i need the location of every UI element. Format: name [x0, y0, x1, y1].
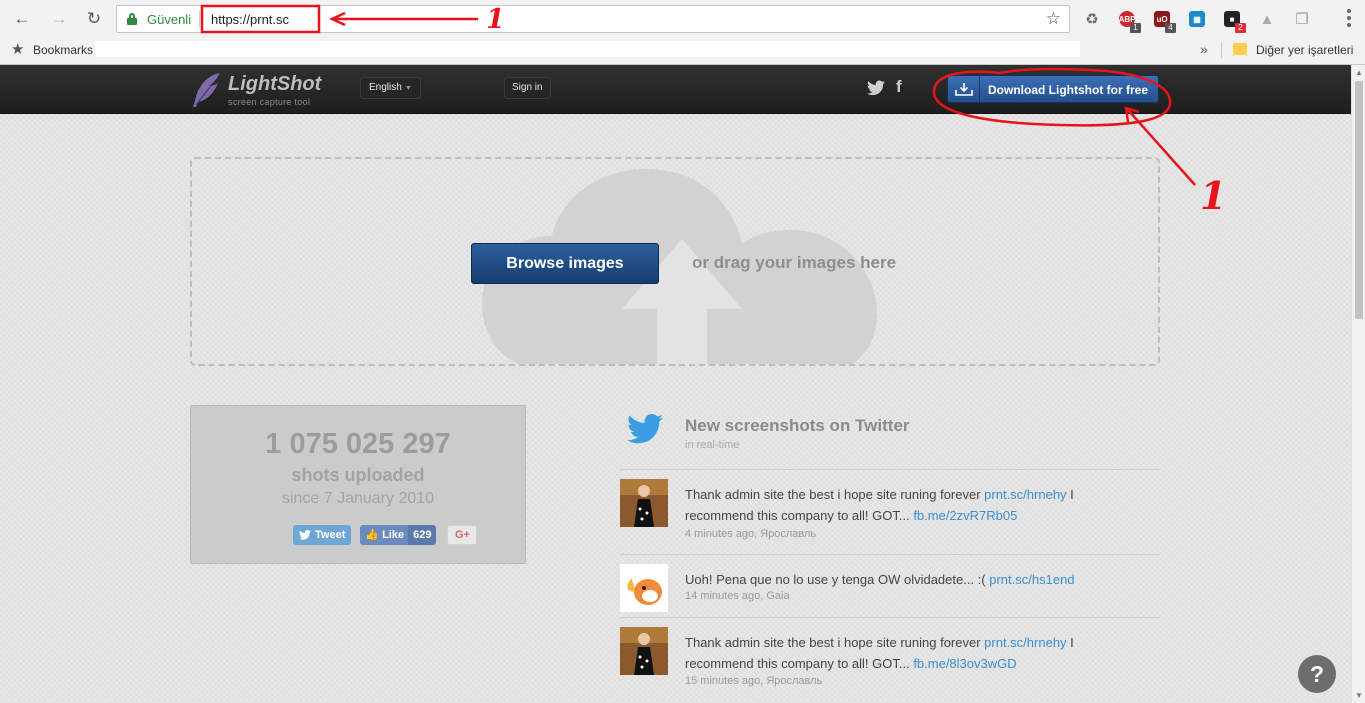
- bookmarks-overflow-icon[interactable]: »: [1200, 41, 1208, 57]
- bookmarks-bar: ★ Bookmarks » Diğer yer işaretleri: [0, 37, 1365, 64]
- extension-toolbar: ♻ ABP 1 uO 4 ▦ ■ 2 ▲ ❐: [1080, 7, 1314, 33]
- tweet-link[interactable]: prnt.sc/hrnehy: [984, 487, 1066, 502]
- tweet-link[interactable]: fb.me/8l3ov3wGD: [913, 656, 1016, 671]
- tweet-text: Uoh! Pena que no lo use y tenga OW olvid…: [685, 572, 1075, 587]
- tweet-link[interactable]: fb.me/2zvR7Rb05: [913, 508, 1017, 523]
- dark-extension-icon[interactable]: ■ 2: [1220, 7, 1246, 33]
- feed-item: Thank admin site the best i hope site ru…: [620, 469, 1160, 554]
- scroll-down-icon[interactable]: ▼: [1355, 691, 1363, 700]
- feed-title: New screenshots on Twitter: [685, 416, 910, 435]
- facebook-icon[interactable]: f: [896, 77, 902, 97]
- folder-icon: [1233, 43, 1247, 55]
- redacted-bookmarks: [95, 41, 1080, 57]
- feed-subtitle: in real-time: [685, 439, 740, 451]
- feather-logo-icon: [193, 73, 220, 107]
- forward-icon[interactable]: →: [48, 8, 70, 30]
- drag-hint: or drag your images here: [692, 253, 897, 272]
- bookmarks-star-icon: ★: [11, 41, 25, 58]
- site-header: LightShot screen capture tool English ▼ S…: [0, 65, 1351, 114]
- upload-dropzone[interactable]: Browse images or drag your images here: [190, 157, 1160, 366]
- bookmarks-label[interactable]: Bookmarks: [33, 43, 95, 57]
- feed-item: Thank admin site the best i hope site ru…: [620, 617, 1160, 703]
- browse-images-button[interactable]: Browse images: [471, 243, 659, 284]
- tweet-link[interactable]: prnt.sc/hs1end: [989, 572, 1074, 587]
- browser-chrome: ← → ↻ Güvenli https://prnt.sc ☆ ♻ ABP 1 …: [0, 0, 1365, 65]
- page-scrollbar[interactable]: ▲ ▼: [1351, 65, 1365, 703]
- logo-name[interactable]: LightShot: [228, 73, 321, 96]
- shots-label: shots uploaded: [291, 465, 425, 485]
- thumbs-up-icon: 👍: [365, 529, 380, 541]
- since-date: since 7 January 2010: [281, 490, 435, 507]
- copy-icon[interactable]: ❐: [1290, 7, 1314, 31]
- ublock-icon[interactable]: uO 4: [1150, 7, 1176, 33]
- avatar[interactable]: [620, 564, 668, 612]
- tweet-text: Thank admin site the best i hope site ru…: [685, 487, 1074, 523]
- feed-item: Uoh! Pena que no lo use y tenga OW olvid…: [620, 554, 1160, 617]
- tweet-text: Thank admin site the best i hope site ru…: [685, 635, 1074, 671]
- tweet-button[interactable]: Tweet: [293, 525, 352, 545]
- lock-icon: [127, 13, 137, 25]
- twitter-bird-icon: [627, 414, 663, 444]
- annotation-label-2: 1: [1200, 173, 1227, 218]
- other-bookmarks[interactable]: Diğer yer işaretleri: [1256, 43, 1353, 57]
- drive-icon[interactable]: ▲: [1255, 7, 1279, 31]
- avatar[interactable]: [620, 627, 668, 675]
- back-icon[interactable]: ←: [11, 8, 33, 30]
- tweet-link[interactable]: prnt.sc/hrnehy: [984, 635, 1066, 650]
- upload-counter-panel: 1 075 025 297 shots uploaded since 7 Jan…: [190, 405, 526, 564]
- facebook-like-button[interactable]: 👍 Like 629: [360, 525, 437, 545]
- address-bar[interactable]: Güvenli https://prnt.sc ☆: [116, 5, 1070, 33]
- download-label: Download Lightshot for free: [988, 83, 1148, 97]
- avatar[interactable]: [620, 479, 668, 527]
- google-plus-button[interactable]: G+: [447, 525, 478, 545]
- scroll-up-icon[interactable]: ▲: [1355, 68, 1363, 77]
- tweet-meta: 4 minutes ago, Ярославль: [685, 528, 817, 540]
- reload-icon[interactable]: ↻: [83, 8, 105, 30]
- reader-icon[interactable]: ▦: [1185, 7, 1209, 31]
- twitter-icon[interactable]: [867, 80, 885, 96]
- secure-label: Güvenli: [147, 12, 192, 27]
- sign-in-button[interactable]: Sign in: [504, 77, 551, 99]
- tweet-meta: 14 minutes ago, Gaia: [685, 590, 790, 602]
- annotation-label-1: 1: [486, 4, 505, 35]
- like-count: 629: [408, 525, 437, 545]
- chevron-down-icon: ▼: [404, 85, 412, 92]
- logo-tagline: screen capture tool: [228, 97, 311, 107]
- recycle-icon[interactable]: ♻: [1080, 7, 1104, 31]
- shots-count: 1 075 025 297: [265, 428, 451, 460]
- adblock-icon[interactable]: ABP 1: [1115, 7, 1141, 33]
- help-button[interactable]: ?: [1298, 655, 1336, 693]
- chrome-menu-icon[interactable]: [1347, 9, 1351, 27]
- tweet-meta: 15 minutes ago, Ярославль: [685, 675, 823, 687]
- bookmark-star-icon[interactable]: ☆: [1046, 9, 1061, 29]
- social-buttons: Tweet 👍 Like 629 G+: [293, 525, 478, 545]
- scroll-thumb[interactable]: [1355, 81, 1363, 319]
- language-selector[interactable]: English ▼: [360, 77, 421, 99]
- download-icon: [954, 83, 973, 96]
- lightshot-page: LightShot screen capture tool English ▼ S…: [0, 65, 1351, 703]
- url-text[interactable]: https://prnt.sc: [211, 12, 289, 27]
- twitter-icon: [299, 530, 311, 540]
- download-lightshot-button[interactable]: Download Lightshot for free: [947, 75, 1159, 103]
